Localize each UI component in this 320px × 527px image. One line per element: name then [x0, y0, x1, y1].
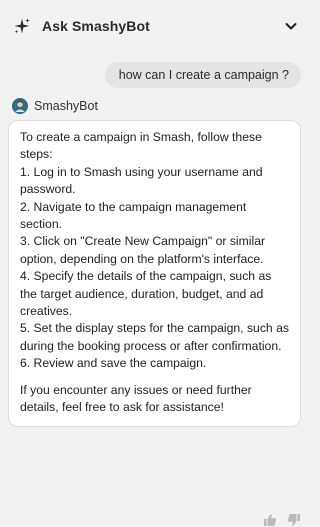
bot-label: SmashyBot: [12, 98, 309, 114]
answer-line: 3. Click on "Create New Campaign" or sim…: [20, 234, 266, 266]
bot-answer-bubble: To create a campaign in Smash, follow th…: [8, 120, 301, 427]
user-message-row: how can I create a campaign ?: [0, 52, 309, 88]
sparkle-icon: [12, 16, 32, 36]
user-message-bubble: how can I create a campaign ?: [104, 62, 301, 88]
chat-header[interactable]: Ask SmashyBot: [0, 0, 309, 52]
answer-line: 1. Log in to Smash using your username a…: [20, 164, 263, 197]
bot-name: SmashyBot: [34, 99, 98, 113]
answer-line: 5. Set the display steps for the campaig…: [20, 321, 289, 353]
answer-line: 4. Specify the details of the campaign, …: [20, 269, 272, 319]
answer-line: 2. Navigate to the campaign management s…: [20, 199, 247, 232]
answer-line: 6. Review and save the campaign.: [20, 356, 207, 371]
thumbs-up-icon[interactable]: [263, 513, 277, 527]
answer-line: To create a campaign in Smash, follow th…: [20, 130, 262, 162]
feedback-buttons: [263, 513, 301, 527]
chevron-down-icon[interactable]: [283, 18, 299, 34]
answer-closing: If you encounter any issues or need furt…: [20, 382, 252, 415]
bot-avatar: [12, 98, 28, 114]
chat-title: Ask SmashyBot: [42, 18, 150, 34]
thumbs-down-icon[interactable]: [287, 513, 301, 527]
